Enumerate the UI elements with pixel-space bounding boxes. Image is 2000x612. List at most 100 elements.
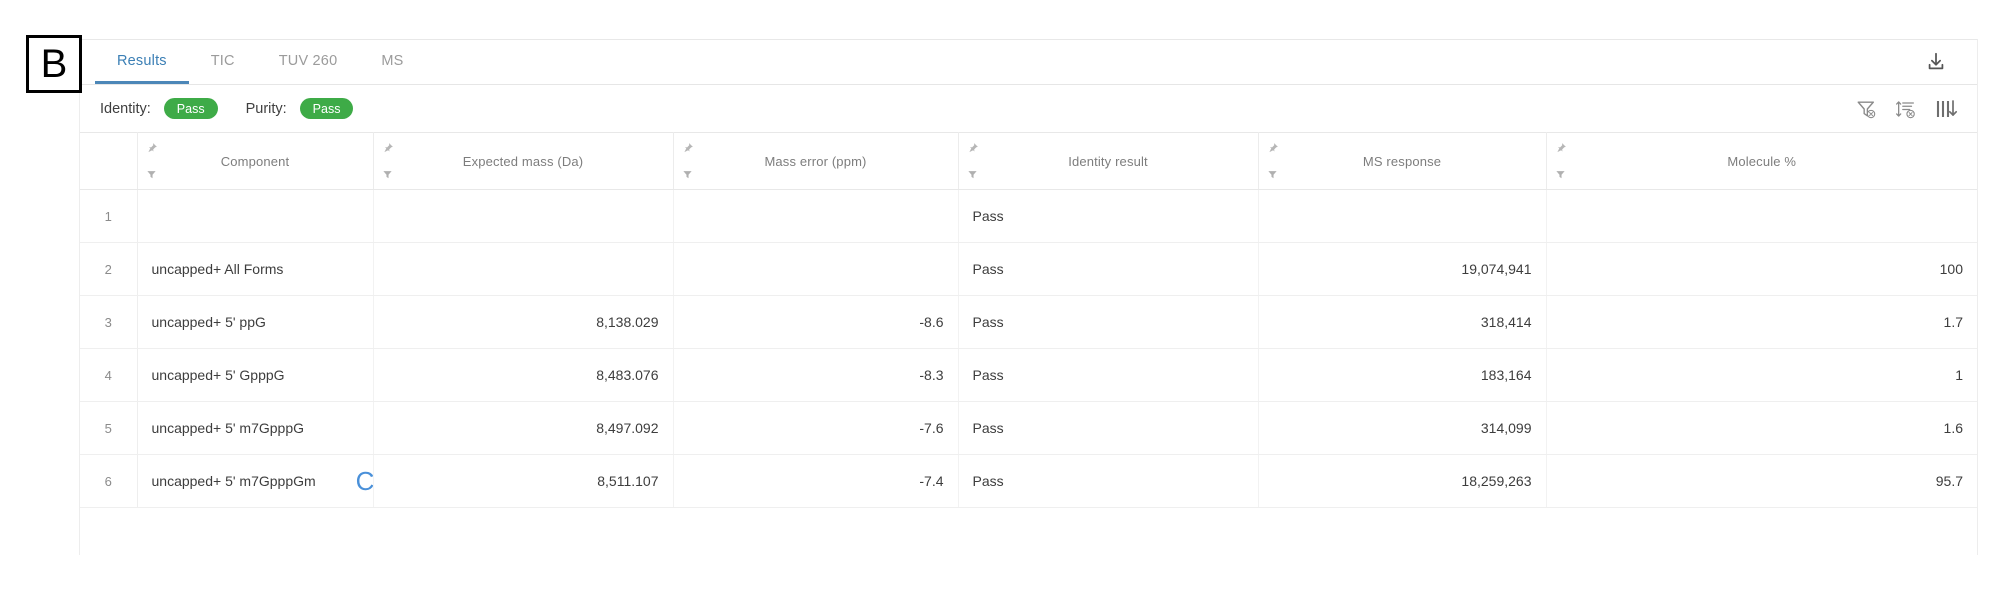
column-header-ms-response[interactable]: MS response (1258, 133, 1546, 190)
column-header-molecule-percent-label: Molecule % (1727, 154, 1796, 169)
column-header-expected-mass[interactable]: Expected mass (Da) (373, 133, 673, 190)
column-chooser-button[interactable] (1933, 96, 1959, 122)
tab-tuv-260[interactable]: TUV 260 (257, 40, 360, 84)
cell-identity-result: Pass (958, 349, 1258, 402)
pin-icon[interactable] (1555, 142, 1567, 154)
row-number: 3 (80, 296, 137, 349)
cell-ms-response: 318,414 (1258, 296, 1546, 349)
cell-mass-error: -7.6 (673, 402, 958, 455)
tab-ms[interactable]: MS (359, 40, 425, 84)
cell-mass-error: -7.4 (673, 455, 958, 508)
clear-sort-icon (1895, 98, 1917, 120)
component-annotation: Cap-1 (356, 468, 373, 494)
download-icon (1925, 51, 1947, 73)
results-table: Component Expected mass (Da) (80, 132, 1977, 508)
identity-badge: Pass (164, 98, 218, 119)
identity-status: Identity: Pass (100, 98, 218, 119)
table-row[interactable]: 5 uncapped+ 5' m7GpppG 8,497.092 -7.6 Pa… (80, 402, 1977, 455)
column-header-identity-result-label: Identity result (1068, 154, 1148, 169)
component-name: uncapped+ All Forms (152, 261, 284, 277)
results-card: Results TIC TUV 260 MS (79, 39, 1978, 555)
cell-ms-response: 19,074,941 (1258, 243, 1546, 296)
cell-identity-result: Pass (958, 296, 1258, 349)
component-name: uncapped+ 5' ppG (152, 314, 266, 330)
panel-label-b: B (26, 35, 82, 93)
column-header-identity-result[interactable]: Identity result (958, 133, 1258, 190)
tab-tuv-260-label: TUV 260 (279, 53, 338, 69)
tab-tic-label: TIC (211, 53, 235, 69)
clear-filter-button[interactable] (1853, 96, 1879, 122)
screenshot-root: B Results TIC TUV 260 MS (0, 0, 2000, 612)
tab-tic[interactable]: TIC (189, 40, 257, 84)
purity-label: Purity: (246, 101, 287, 117)
table-row[interactable]: 1 Pass (80, 190, 1977, 243)
cell-mass-error (673, 243, 958, 296)
cell-identity-result: Pass (958, 190, 1258, 243)
column-header-ms-response-label: MS response (1363, 154, 1441, 169)
table-body: 1 Pass 2 (80, 190, 1977, 508)
tab-list: Results TIC TUV 260 MS (80, 40, 426, 84)
table-row[interactable]: 4 uncapped+ 5' GpppG 8,483.076 -8.3 Pass… (80, 349, 1977, 402)
pin-icon[interactable] (682, 142, 694, 154)
cell-expected-mass (373, 190, 673, 243)
cell-component (137, 190, 373, 243)
cell-ms-response: 18,259,263 (1258, 455, 1546, 508)
cell-molecule-percent (1546, 190, 1977, 243)
cell-identity-result: Pass (958, 455, 1258, 508)
pin-icon[interactable] (382, 142, 394, 154)
tab-bar: Results TIC TUV 260 MS (80, 40, 1977, 85)
filter-icon[interactable] (967, 169, 978, 180)
table-row[interactable]: 2 uncapped+ All Forms Pass 19,074,941 10… (80, 243, 1977, 296)
cell-identity-result: Pass (958, 402, 1258, 455)
tab-results[interactable]: Results (95, 40, 189, 84)
cell-molecule-percent: 95.7 (1546, 455, 1977, 508)
tab-ms-label: MS (381, 53, 403, 69)
purity-status: Purity: Pass (246, 98, 354, 119)
table-row[interactable]: 3 uncapped+ 5' ppG 8,138.029 -8.6 Pass 3… (80, 296, 1977, 349)
row-number: 6 (80, 455, 137, 508)
table-header: Component Expected mass (Da) (80, 133, 1977, 190)
table-header-row: Component Expected mass (Da) (80, 133, 1977, 190)
clear-sort-button[interactable] (1893, 96, 1919, 122)
clear-filter-icon (1855, 98, 1877, 120)
filter-icon[interactable] (146, 169, 157, 180)
column-chooser-icon (1934, 97, 1958, 121)
tab-results-label: Results (117, 53, 167, 69)
table-row[interactable]: 6 uncapped+ 5' m7GpppGm Cap-1 8,511.107 … (80, 455, 1977, 508)
cell-molecule-percent: 100 (1546, 243, 1977, 296)
tab-bar-actions (1919, 40, 1977, 84)
cell-molecule-percent: 1 (1546, 349, 1977, 402)
component-name: uncapped+ 5' m7GpppG (152, 420, 305, 436)
filter-icon[interactable] (682, 169, 693, 180)
cell-ms-response: 183,164 (1258, 349, 1546, 402)
filter-icon[interactable] (382, 169, 393, 180)
filter-icon[interactable] (1555, 169, 1566, 180)
purity-badge: Pass (300, 98, 354, 119)
cell-component: uncapped+ 5' GpppG (137, 349, 373, 402)
row-number: 4 (80, 349, 137, 402)
pin-icon[interactable] (146, 142, 158, 154)
download-button[interactable] (1919, 45, 1953, 79)
cell-mass-error: -8.3 (673, 349, 958, 402)
status-bar: Identity: Pass Purity: Pass (80, 85, 1977, 132)
cell-expected-mass: 8,511.107 (373, 455, 673, 508)
cell-identity-result: Pass (958, 243, 1258, 296)
pin-icon[interactable] (967, 142, 979, 154)
filter-icon[interactable] (1267, 169, 1278, 180)
column-header-rownum (80, 133, 137, 190)
column-header-molecule-percent[interactable]: Molecule % (1546, 133, 1977, 190)
pin-icon[interactable] (1267, 142, 1279, 154)
column-header-component[interactable]: Component (137, 133, 373, 190)
column-header-expected-mass-label: Expected mass (Da) (463, 154, 583, 169)
component-name: uncapped+ 5' m7GpppGm (152, 473, 316, 489)
cell-expected-mass (373, 243, 673, 296)
cell-ms-response (1258, 190, 1546, 243)
column-header-mass-error[interactable]: Mass error (ppm) (673, 133, 958, 190)
cell-component: uncapped+ All Forms (137, 243, 373, 296)
cell-expected-mass: 8,483.076 (373, 349, 673, 402)
column-header-mass-error-label: Mass error (ppm) (764, 154, 866, 169)
cell-expected-mass: 8,497.092 (373, 402, 673, 455)
cell-component: uncapped+ 5' m7GpppG (137, 402, 373, 455)
row-number: 5 (80, 402, 137, 455)
cell-molecule-percent: 1.6 (1546, 402, 1977, 455)
